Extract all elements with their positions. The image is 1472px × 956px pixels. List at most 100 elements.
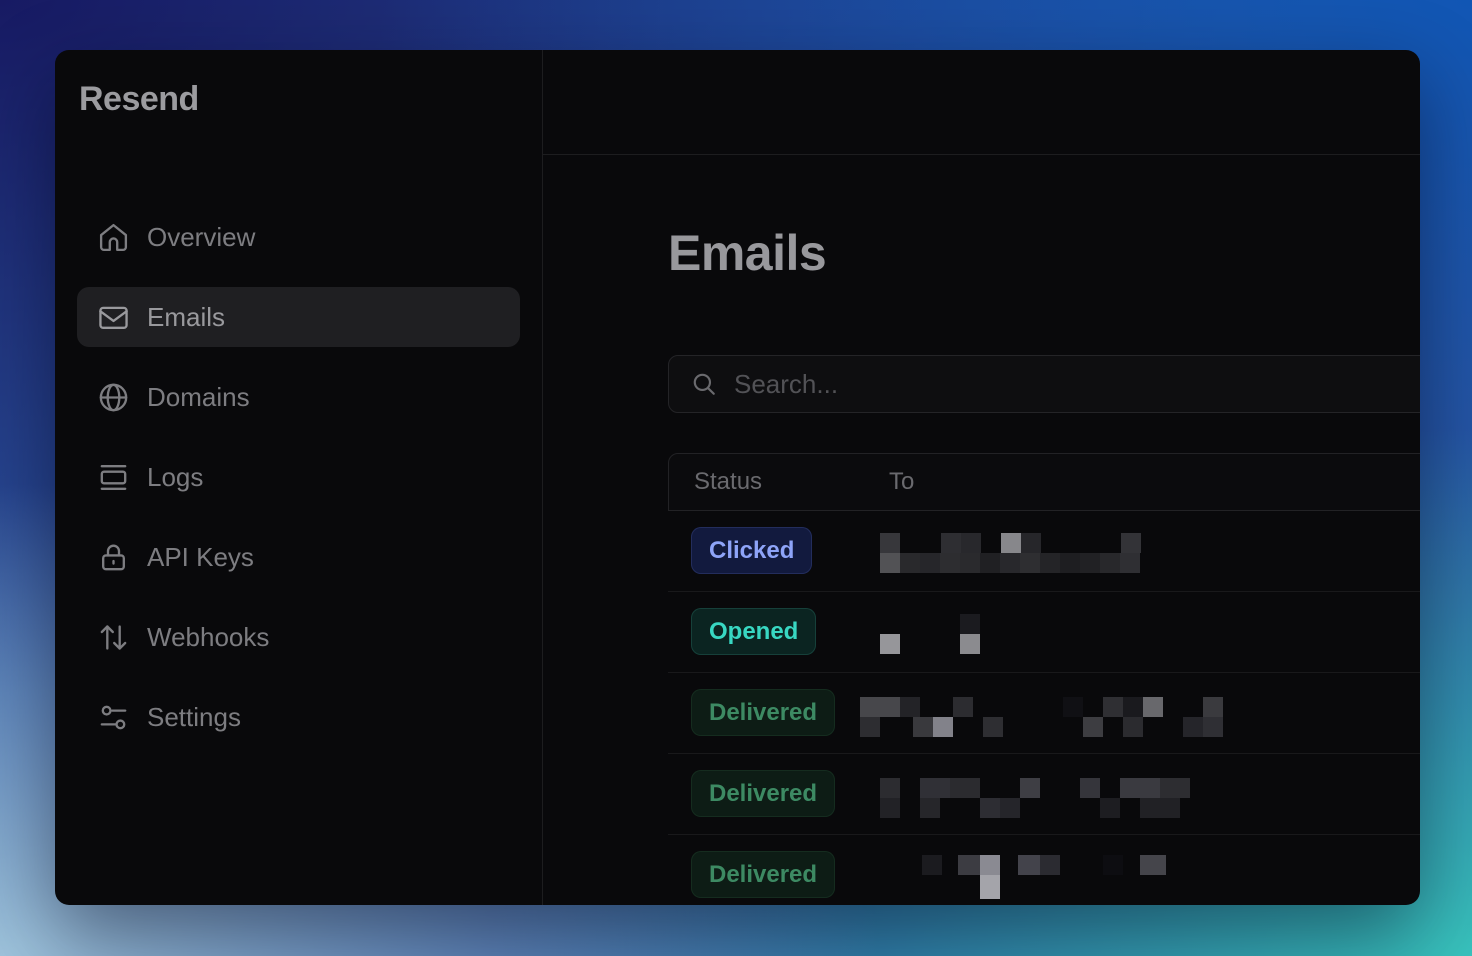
logs-icon — [97, 461, 130, 494]
status-cell: Delivered — [668, 863, 888, 887]
sidebar-nav: Overview Emails Domains — [77, 207, 520, 747]
sidebar-item-overview[interactable]: Overview — [77, 207, 520, 267]
redaction-block — [1183, 717, 1203, 737]
app-logo[interactable]: Resend — [77, 80, 520, 119]
email-row[interactable]: Delivered — [668, 754, 1420, 835]
search-icon — [691, 371, 717, 397]
sliders-icon — [97, 701, 130, 734]
redaction-block — [1000, 553, 1020, 573]
redaction-block — [1203, 717, 1223, 737]
redaction-block — [860, 697, 900, 717]
redaction-block — [960, 614, 980, 634]
redaction-block — [980, 798, 1000, 818]
status-cell: Clicked — [668, 539, 888, 563]
redaction-block — [961, 533, 981, 553]
top-bar — [543, 50, 1420, 155]
sidebar-item-label: Logs — [147, 462, 203, 493]
search-bar — [668, 355, 1420, 413]
redaction-block — [920, 553, 940, 573]
redaction-block — [1103, 855, 1123, 875]
redaction-block — [1018, 855, 1040, 875]
email-row[interactable]: Delivered — [668, 835, 1420, 905]
redaction-block — [900, 553, 920, 573]
redaction-block — [1063, 697, 1083, 717]
redaction-block — [933, 717, 953, 737]
redaction-block — [1143, 697, 1163, 717]
emails-table: Status To ClickedOpenedDeliveredDelivere… — [668, 453, 1420, 905]
sidebar: Resend Overview Emails — [55, 50, 543, 905]
redaction-block — [1060, 553, 1080, 573]
redaction-block — [1120, 553, 1140, 573]
globe-icon — [97, 381, 130, 414]
redaction-block — [1001, 533, 1021, 553]
email-row[interactable]: Clicked — [668, 511, 1420, 592]
email-row[interactable]: Delivered — [668, 673, 1420, 754]
sidebar-item-api-keys[interactable]: API Keys — [77, 527, 520, 587]
redaction-block — [920, 798, 940, 818]
redaction-block — [983, 717, 1003, 737]
status-cell: Delivered — [668, 701, 888, 725]
redaction-block — [880, 553, 900, 573]
column-header-status: Status — [669, 468, 889, 496]
redaction-block — [1120, 778, 1160, 798]
redaction-block — [953, 697, 973, 717]
status-badge: Delivered — [691, 770, 835, 817]
sidebar-item-label: Overview — [147, 222, 255, 253]
emails-page: Emails Status To ClickedOpenedDeliveredD… — [543, 155, 1420, 905]
status-badge: Opened — [691, 608, 816, 655]
status-cell: Delivered — [668, 782, 888, 806]
table-header: Status To — [668, 453, 1420, 511]
redaction-block — [960, 634, 980, 654]
redaction-block — [1040, 553, 1060, 573]
redaction-block — [1020, 778, 1040, 798]
sidebar-item-label: Emails — [147, 302, 225, 333]
status-cell: Opened — [668, 620, 888, 644]
redaction-block — [941, 533, 961, 553]
status-badge: Delivered — [691, 851, 835, 898]
redaction-block — [1103, 697, 1123, 717]
page-title: Emails — [668, 227, 1420, 279]
redaction-block — [1100, 798, 1120, 818]
sidebar-item-logs[interactable]: Logs — [77, 447, 520, 507]
redaction-block — [920, 778, 950, 798]
redaction-block — [1040, 855, 1060, 875]
column-header-to: To — [889, 468, 1420, 496]
status-badge: Clicked — [691, 527, 812, 574]
redaction-block — [940, 553, 960, 573]
redaction-block — [1121, 533, 1141, 553]
arrows-up-down-icon — [97, 621, 130, 654]
sidebar-item-domains[interactable]: Domains — [77, 367, 520, 427]
redaction-block — [880, 778, 900, 798]
email-row[interactable]: Opened — [668, 592, 1420, 673]
sidebar-item-emails[interactable]: Emails — [77, 287, 520, 347]
redaction-block — [913, 717, 933, 737]
redaction-block — [1123, 717, 1143, 737]
mail-icon — [97, 301, 130, 334]
redaction-block — [980, 875, 1000, 899]
redaction-block — [1000, 798, 1020, 818]
redaction-block — [950, 778, 980, 798]
redaction-block — [900, 697, 920, 717]
redaction-block — [1080, 778, 1100, 798]
redaction-block — [958, 855, 980, 875]
sidebar-item-label: Webhooks — [147, 622, 269, 653]
home-icon — [97, 221, 130, 254]
redaction-block — [980, 553, 1000, 573]
redaction-block — [1160, 778, 1190, 798]
sidebar-item-webhooks[interactable]: Webhooks — [77, 607, 520, 667]
redaction-block — [1020, 553, 1040, 573]
redaction-block — [1080, 553, 1100, 573]
main-area: Emails Status To ClickedOpenedDeliveredD… — [543, 50, 1420, 905]
redaction-block — [1123, 697, 1143, 717]
lock-icon — [97, 541, 130, 574]
redaction-block — [980, 855, 1000, 875]
sidebar-item-settings[interactable]: Settings — [77, 687, 520, 747]
desktop-background: { "sidebar": { "logo": "Resend", "items"… — [0, 0, 1472, 956]
status-badge: Delivered — [691, 689, 835, 736]
redaction-block — [1140, 855, 1166, 875]
sidebar-item-label: Domains — [147, 382, 250, 413]
redaction-block — [1140, 798, 1180, 818]
search-input[interactable] — [732, 368, 1420, 401]
redaction-block — [1100, 553, 1120, 573]
redaction-block — [860, 717, 880, 737]
